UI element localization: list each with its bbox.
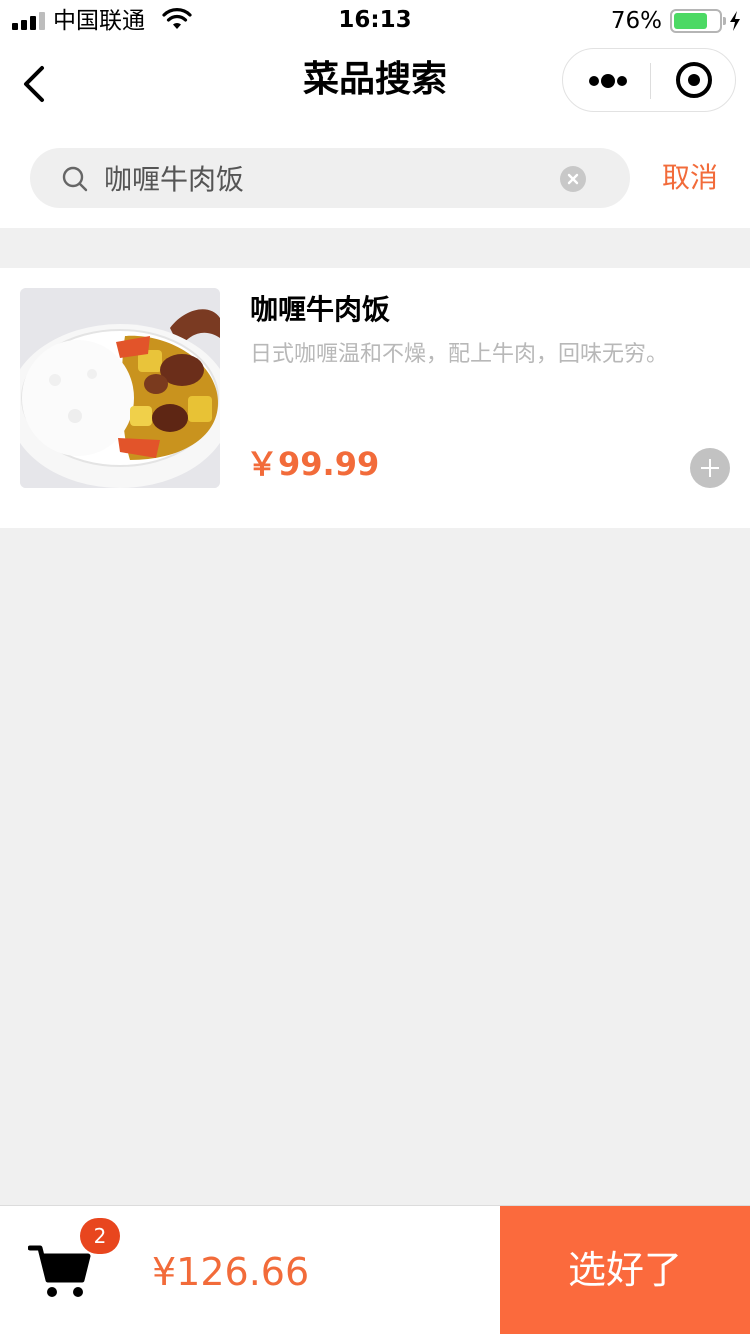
dish-price: ￥99.99 bbox=[246, 445, 380, 483]
dish-image bbox=[20, 288, 220, 488]
dish-name: 咖喱牛肉饭 bbox=[250, 293, 391, 326]
more-button[interactable] bbox=[563, 49, 650, 111]
cart-count-badge: 2 bbox=[80, 1218, 120, 1254]
search-area: 取消 bbox=[0, 128, 750, 228]
bottom-cart-bar: 2 ¥126.66 选好了 bbox=[0, 1205, 750, 1334]
add-to-cart-button[interactable] bbox=[690, 448, 730, 488]
more-dots-icon bbox=[589, 76, 599, 86]
status-bar: 中国联通 16:13 76% bbox=[0, 0, 750, 40]
battery-percent: 76% bbox=[610, 8, 662, 34]
mini-program-capsule bbox=[562, 48, 736, 112]
cancel-button[interactable]: 取消 bbox=[650, 156, 730, 200]
list-item[interactable]: 咖喱牛肉饭 日式咖喱温和不燥，配上牛肉，回味无穷。 ￥99.99 bbox=[0, 268, 750, 528]
close-mini-program-button[interactable] bbox=[651, 49, 737, 111]
battery-icon bbox=[670, 9, 726, 33]
checkout-button[interactable]: 选好了 bbox=[500, 1206, 750, 1334]
nav-bar: 菜品搜索 bbox=[0, 40, 750, 128]
charging-bolt-icon bbox=[730, 11, 740, 31]
search-box[interactable] bbox=[30, 148, 630, 208]
clear-search-button[interactable] bbox=[560, 166, 586, 192]
search-input[interactable] bbox=[104, 156, 544, 200]
cart-total-price: ¥126.66 bbox=[152, 1250, 310, 1294]
dish-description: 日式咖喱温和不燥，配上牛肉，回味无穷。 bbox=[250, 342, 669, 367]
search-icon bbox=[62, 166, 88, 192]
clear-circle-icon bbox=[567, 173, 579, 185]
shopping-cart-icon[interactable] bbox=[28, 1242, 92, 1300]
